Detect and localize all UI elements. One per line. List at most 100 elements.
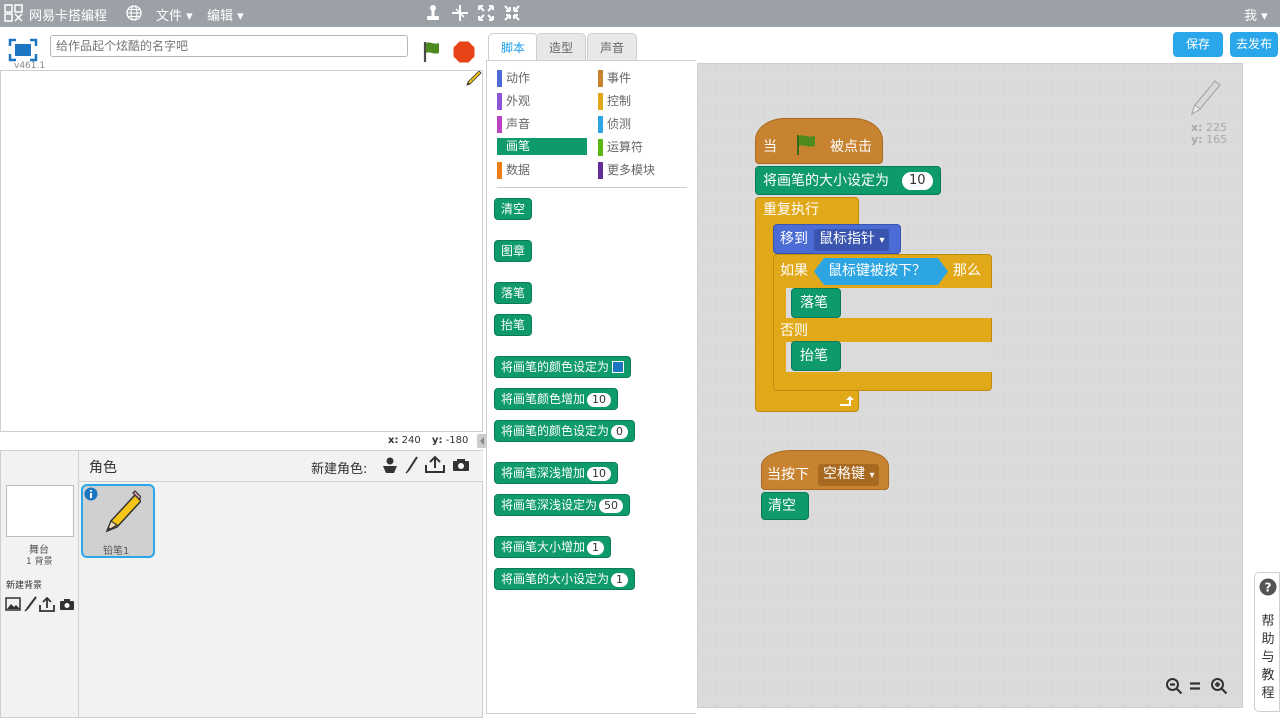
category-events[interactable]: 事件 bbox=[598, 70, 693, 87]
palette-block-set-pen-color-picker[interactable]: 将画笔的颜色设定为 bbox=[494, 356, 632, 378]
palette-block-set-pen-color-to[interactable]: 将画笔的颜色设定为 0 bbox=[494, 420, 636, 442]
scripts-area[interactable]: x: 225 y: 165 当 被点击 将画笔的大小设定为 10 重复执行 移到… bbox=[697, 63, 1243, 708]
palette-block-change-pen-shade[interactable]: 将画笔深浅增加 10 bbox=[494, 462, 619, 484]
hat-clicked-label: 被点击 bbox=[830, 139, 872, 155]
palette-block-stamp[interactable]: 图章 bbox=[494, 240, 533, 262]
sprite-camera-icon[interactable] bbox=[452, 458, 470, 472]
fullscreen-icon[interactable] bbox=[8, 38, 38, 62]
sprites-panel: 舞台 1 背景 新建背景 角色 新建角色: 铅笔1 bbox=[0, 450, 483, 718]
sprite-paint-icon[interactable] bbox=[405, 456, 419, 474]
grow-tool-icon[interactable] bbox=[477, 4, 495, 22]
block-label: 将画笔的颜色设定为 bbox=[501, 424, 610, 438]
block-number-input[interactable]: 10 bbox=[587, 393, 612, 407]
key-value: 空格键 bbox=[823, 466, 865, 482]
zoom-reset-icon[interactable] bbox=[1188, 679, 1202, 693]
menu-edit[interactable]: 编辑 ▾ bbox=[207, 5, 244, 24]
category-sensing[interactable]: 侦测 bbox=[598, 116, 693, 133]
project-title-input[interactable] bbox=[50, 35, 408, 57]
backdrop-upload-icon[interactable] bbox=[39, 596, 55, 612]
hat-block-key-pressed[interactable]: 当按下 空格键 ▾ bbox=[761, 450, 889, 490]
shrink-tool-icon[interactable] bbox=[503, 4, 521, 22]
zoom-out-icon[interactable] bbox=[1165, 677, 1183, 695]
palette-block-change-pen-color[interactable]: 将画笔颜色增加 10 bbox=[494, 388, 619, 410]
coord-y-value: -180 bbox=[445, 435, 469, 446]
block-label: 抬笔 bbox=[501, 318, 526, 332]
stage-canvas[interactable] bbox=[0, 70, 483, 432]
sprite-thumbnail-pencil[interactable]: 铅笔1 bbox=[81, 484, 155, 558]
block-number-input[interactable]: 1 bbox=[587, 541, 605, 555]
green-flag-icon[interactable] bbox=[420, 40, 444, 64]
category-sound[interactable]: 声音 bbox=[497, 116, 592, 133]
category-data[interactable]: 数据 bbox=[497, 162, 592, 179]
block-pen-down[interactable]: 落笔 bbox=[791, 288, 841, 318]
category-pen[interactable]: 画笔 bbox=[497, 138, 587, 155]
category-motion[interactable]: 动作 bbox=[497, 70, 592, 87]
help-tab[interactable]: ? 帮助与教程 bbox=[1254, 572, 1280, 712]
palette-block-pen-up[interactable]: 抬笔 bbox=[494, 314, 533, 336]
category-more-blocks[interactable]: 更多模块 bbox=[598, 162, 693, 179]
delete-tool-icon[interactable] bbox=[451, 4, 469, 22]
sprite-info-icon[interactable] bbox=[84, 487, 98, 501]
category-label: 数据 bbox=[506, 163, 531, 177]
tab-scripts[interactable]: 脚本 bbox=[488, 33, 539, 61]
mouse-coordinates: x: 240 y: -180 bbox=[388, 435, 468, 446]
block-number-input[interactable]: 0 bbox=[611, 425, 629, 439]
block-clear[interactable]: 清空 bbox=[761, 492, 809, 520]
category-label: 事件 bbox=[607, 71, 632, 85]
globe-icon[interactable] bbox=[126, 5, 142, 21]
color-swatch[interactable] bbox=[612, 361, 625, 373]
menu-file[interactable]: 文件 ▾ bbox=[156, 5, 193, 24]
block-pen-up[interactable]: 抬笔 bbox=[791, 341, 841, 371]
save-label: 保存 bbox=[1185, 37, 1210, 51]
zoom-in-icon[interactable] bbox=[1210, 677, 1228, 695]
new-sprite-label: 新建角色: bbox=[311, 462, 368, 477]
stage-thumbnail[interactable] bbox=[6, 485, 74, 537]
pencil-icon bbox=[105, 490, 141, 533]
menu-edit-label: 编辑 bbox=[207, 9, 234, 24]
sprite-library-icon[interactable] bbox=[381, 456, 399, 474]
app-title: 网易卡搭编程 bbox=[29, 9, 108, 24]
forever-label: 重复执行 bbox=[763, 202, 819, 218]
key-dropdown[interactable]: 空格键 ▾ bbox=[818, 464, 880, 486]
clear-label: 清空 bbox=[768, 498, 796, 514]
palette-block-pen-down[interactable]: 落笔 bbox=[494, 282, 533, 304]
block-set-pen-size[interactable]: 将画笔的大小设定为 10 bbox=[755, 166, 941, 195]
palette-block-set-pen-shade[interactable]: 将画笔深浅设定为 50 bbox=[494, 494, 631, 516]
backdrop-camera-icon[interactable] bbox=[59, 598, 75, 611]
backdrop-library-icon[interactable] bbox=[5, 597, 21, 611]
save-button[interactable]: 保存 bbox=[1173, 32, 1223, 57]
backdrop-paint-icon[interactable] bbox=[24, 596, 38, 612]
palette-block-set-pen-size[interactable]: 将画笔的大小设定为 1 bbox=[494, 568, 636, 590]
tab-costumes[interactable]: 造型 bbox=[536, 33, 587, 60]
block-number-input[interactable]: 10 bbox=[587, 467, 612, 481]
block-label: 将画笔大小增加 bbox=[501, 540, 586, 554]
hat-block-green-flag[interactable]: 当 被点击 bbox=[755, 118, 883, 164]
set-size-input[interactable]: 10 bbox=[902, 172, 933, 190]
category-control[interactable]: 控制 bbox=[598, 93, 693, 110]
user-menu[interactable]: 我 ▾ bbox=[1244, 5, 1268, 24]
category-label: 更多模块 bbox=[607, 163, 656, 177]
tab-sounds[interactable]: 声音 bbox=[587, 33, 638, 60]
pencil-sprite-on-stage[interactable] bbox=[465, 71, 483, 87]
sprite-upload-icon[interactable] bbox=[425, 455, 445, 473]
block-label: 图章 bbox=[501, 244, 526, 258]
category-label: 画笔 bbox=[506, 139, 531, 153]
palette-block-change-pen-size[interactable]: 将画笔大小增加 1 bbox=[494, 536, 612, 558]
green-flag-icon bbox=[797, 135, 815, 155]
palette-block-clear[interactable]: 清空 bbox=[494, 198, 533, 220]
duplicate-tool-icon[interactable] bbox=[425, 4, 441, 22]
condition-mouse-down[interactable]: 鼠标键被按下？ bbox=[814, 258, 948, 285]
category-looks[interactable]: 外观 bbox=[497, 93, 592, 110]
block-number-input[interactable]: 50 bbox=[599, 499, 624, 513]
block-go-to[interactable]: 移到 鼠标指针 ▾ bbox=[773, 224, 901, 254]
goto-label: 移到 bbox=[780, 231, 808, 247]
stage-backdrop-count: 1 背景 bbox=[26, 557, 53, 567]
block-number-input[interactable]: 1 bbox=[611, 573, 629, 587]
tab-scripts-label: 脚本 bbox=[501, 41, 526, 55]
stop-icon[interactable] bbox=[452, 40, 476, 64]
sprite-pencil-icon bbox=[1190, 80, 1221, 116]
goto-target-dropdown[interactable]: 鼠标指针 ▾ bbox=[814, 229, 890, 251]
block-label: 将画笔深浅增加 bbox=[501, 466, 586, 480]
publish-button[interactable]: 去发布 bbox=[1230, 32, 1278, 57]
category-operators[interactable]: 运算符 bbox=[598, 139, 693, 156]
